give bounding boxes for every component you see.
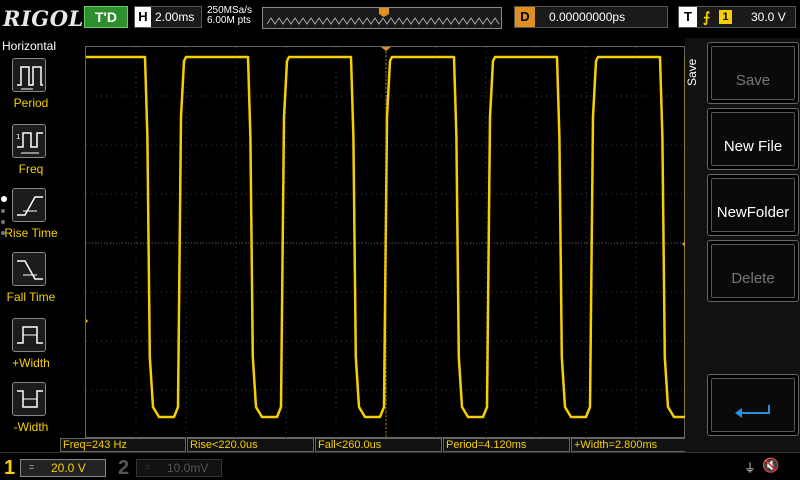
- menu-item-fall-time[interactable]: Fall Time: [0, 252, 62, 314]
- timebase-value: 2.00ms: [155, 10, 195, 24]
- channel-1-number: 1: [4, 457, 16, 479]
- return-arrow-icon: [735, 405, 770, 418]
- positive-width-icon: [12, 318, 46, 352]
- menu-label: Freq: [18, 162, 44, 176]
- negative-width-icon: [12, 382, 46, 416]
- trigger-level: 30.0 V: [751, 10, 786, 24]
- menu-label: -Width: [13, 420, 49, 434]
- coupling-icon: =: [29, 462, 35, 472]
- channel-2-status[interactable]: 2 = 10.0mV: [112, 457, 222, 479]
- menu-label: +Width: [12, 356, 50, 370]
- horizontal-measure-menu: Horizontal Period 1 Freq Rise Time Fall …: [0, 38, 62, 452]
- measurement-positive-width[interactable]: +Width=2.800ms: [571, 438, 699, 452]
- new-folder-label: NewFolder: [711, 178, 795, 232]
- channel-1-status[interactable]: 1 = 20.0 V: [0, 457, 110, 479]
- coupling-icon: =: [145, 462, 151, 472]
- channel-2-scale-box: = 10.0mV: [136, 459, 222, 477]
- trigger-label: T: [679, 7, 697, 27]
- measurement-period[interactable]: Period=4.120ms: [443, 438, 570, 452]
- rise-time-icon: [12, 188, 46, 222]
- channel-status-bar: 1 = 20.0 V 2 = 10.0mV ⏚ 🔇: [0, 452, 800, 480]
- menu-label: Rise Time: [4, 226, 58, 240]
- measurement-freq[interactable]: Freq=243 Hz: [60, 438, 186, 452]
- delete-label: Delete: [711, 244, 795, 298]
- trigger-display[interactable]: T ⨍ 1 30.0 V: [678, 6, 796, 28]
- channel-1-ground-marker: [86, 319, 88, 323]
- save-button-label: Save: [711, 46, 795, 100]
- run-state-indicator[interactable]: T'D: [84, 6, 128, 28]
- measurement-bar: Freq=243 Hz Rise<220.0us Fall<260.0us Pe…: [60, 438, 700, 452]
- trigger-position-marker: [381, 47, 391, 51]
- measurement-rise[interactable]: Rise<220.0us: [187, 438, 314, 452]
- frequency-icon: 1: [12, 124, 46, 158]
- trigger-source: 1: [719, 10, 732, 24]
- channel-2-number: 2: [118, 457, 130, 479]
- menu-page-indicator: [1, 196, 9, 242]
- top-status-bar: RIGOL T'D H 2.00ms 250MSa/s 6.00M pts D …: [0, 0, 800, 38]
- menu-item-freq[interactable]: 1 Freq: [0, 124, 62, 186]
- delay-label: D: [515, 7, 535, 27]
- memory-depth: 6.00M pts: [207, 15, 251, 26]
- rising-edge-icon: ⨍: [703, 9, 711, 25]
- fall-time-icon: [12, 252, 46, 286]
- graticule: [86, 47, 686, 439]
- menu-item-period[interactable]: Period: [0, 58, 62, 120]
- menu-item-positive-width[interactable]: +Width: [0, 318, 62, 380]
- menu-label: Period: [13, 96, 49, 110]
- memory-waveform-preview: [266, 8, 500, 25]
- return-button-inner: [711, 378, 795, 432]
- channel-2-scale: 10.0mV: [167, 461, 209, 475]
- channel-1-scale: 20.0 V: [51, 461, 86, 475]
- usb-icon: ⏚: [744, 461, 757, 475]
- menu-label: Fall Time: [6, 290, 56, 304]
- delay-value: 0.00000000ps: [549, 10, 626, 24]
- memory-overview[interactable]: [262, 7, 502, 29]
- measurement-fall[interactable]: Fall<260.0us: [315, 438, 442, 452]
- channel-1-scale-box: = 20.0 V: [20, 459, 106, 477]
- delete-button[interactable]: Delete: [707, 240, 799, 302]
- period-icon: [12, 58, 46, 92]
- new-folder-button[interactable]: NewFolder: [707, 174, 799, 236]
- waveform-display[interactable]: [85, 46, 686, 439]
- acquisition-info: 250MSa/s 6.00M pts: [207, 6, 252, 26]
- delay-display[interactable]: D 0.00000000ps: [514, 6, 668, 28]
- menu-title: Horizontal: [2, 39, 57, 53]
- rigol-logo: RIGOL: [3, 6, 84, 31]
- save-menu: Save Save New File NewFolder Delete: [685, 38, 800, 452]
- menu-item-rise-time[interactable]: Rise Time: [0, 188, 62, 250]
- svg-text:1: 1: [16, 133, 20, 141]
- return-button[interactable]: [707, 374, 799, 436]
- horizontal-timebase[interactable]: H 2.00ms: [134, 6, 202, 28]
- trigger-position-marker: [379, 8, 389, 17]
- menu-item-negative-width[interactable]: -Width: [0, 382, 62, 444]
- menu-title: Save: [685, 58, 699, 86]
- new-file-button[interactable]: New File: [707, 108, 799, 170]
- speaker-muted-icon[interactable]: 🔇: [762, 457, 779, 474]
- horizontal-label: H: [135, 7, 151, 27]
- new-file-label: New File: [711, 112, 795, 166]
- save-button[interactable]: Save: [707, 42, 799, 104]
